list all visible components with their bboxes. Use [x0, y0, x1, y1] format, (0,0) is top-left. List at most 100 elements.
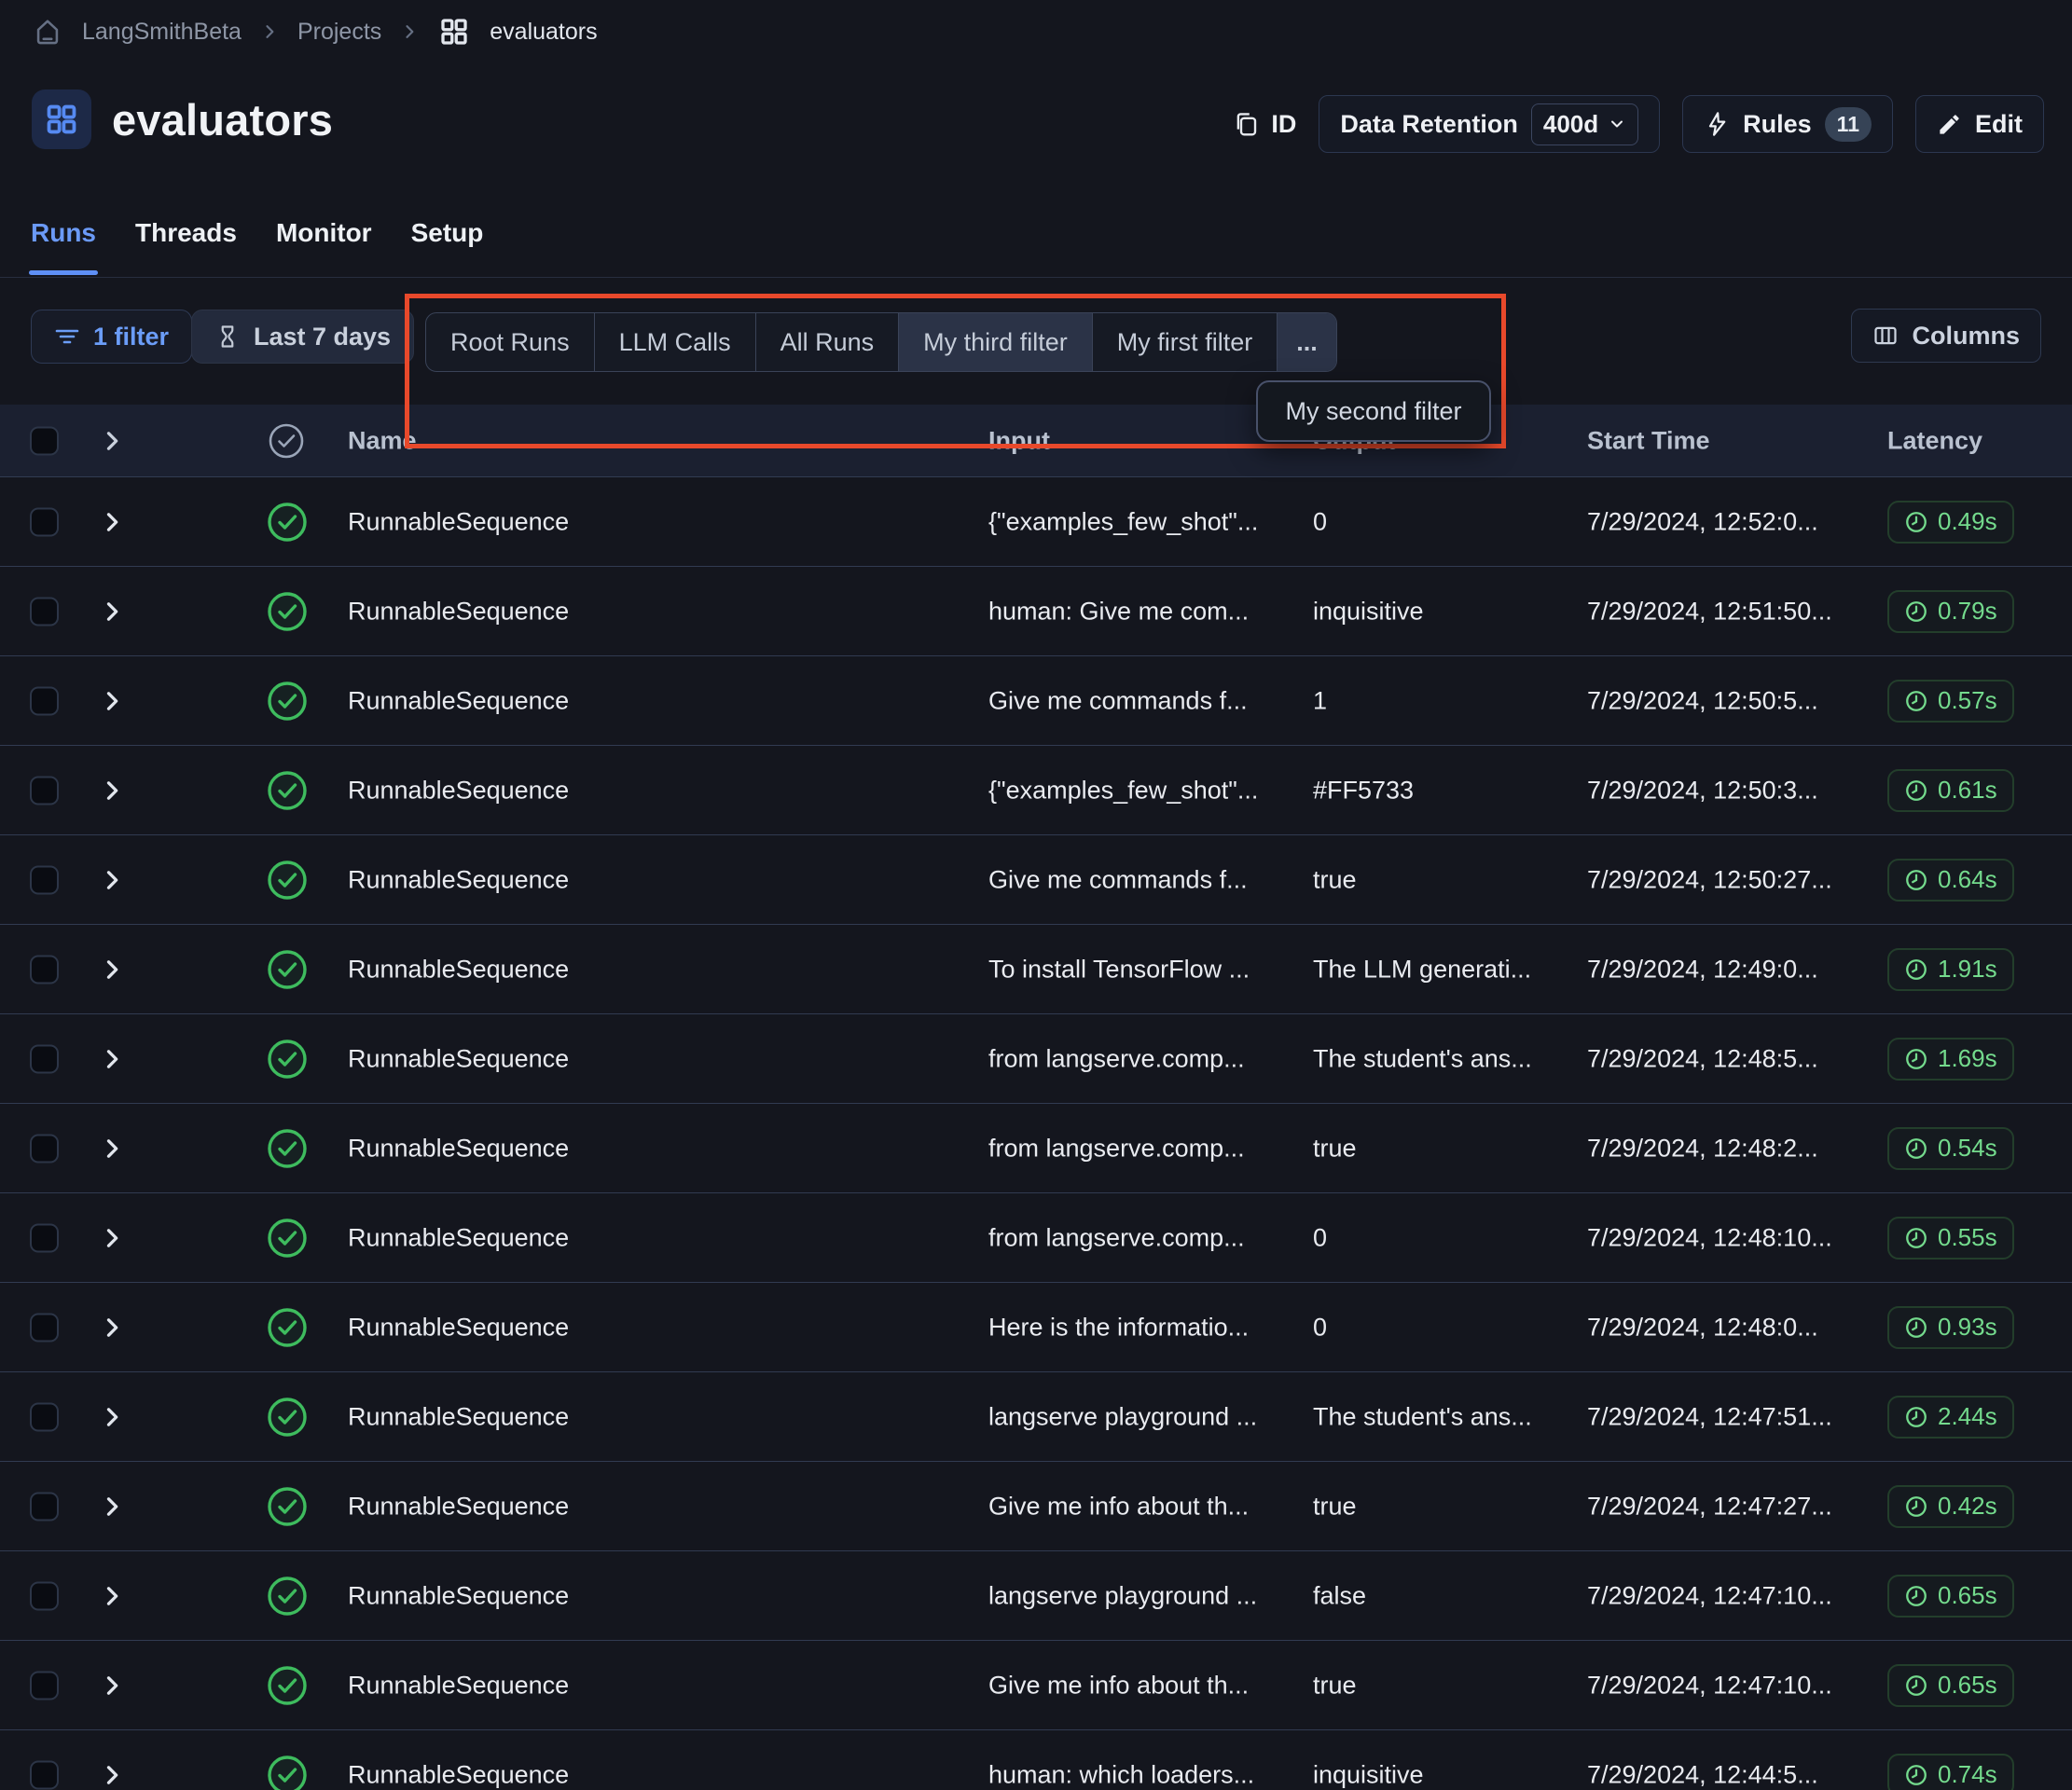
run-input: Give me info about th...	[988, 1492, 1296, 1521]
row-checkbox[interactable]	[30, 776, 59, 805]
breadcrumb-projects[interactable]: Projects	[297, 19, 381, 46]
expand-chevron-icon[interactable]	[99, 599, 125, 625]
tab[interactable]: Setup	[411, 213, 484, 248]
table-row[interactable]: RunnableSequence from langserve.comp... …	[0, 1193, 2072, 1283]
expand-chevron-icon[interactable]	[99, 1404, 125, 1430]
row-checkbox[interactable]	[30, 1671, 59, 1700]
run-start-time: 7/29/2024, 12:48:10...	[1587, 1223, 1878, 1252]
expand-chevron-icon[interactable]	[99, 1673, 125, 1699]
latency-badge: 0.65s	[1887, 1575, 2014, 1618]
success-status-icon	[266, 1664, 309, 1707]
column-header-input[interactable]: Input	[988, 426, 1296, 455]
latency-value: 0.79s	[1938, 597, 1997, 626]
tab[interactable]: Threads	[135, 213, 237, 248]
status-column-icon	[266, 420, 307, 461]
home-icon[interactable]	[32, 16, 63, 48]
table-row[interactable]: RunnableSequence To install TensorFlow .…	[0, 925, 2072, 1014]
run-start-time: 7/29/2024, 12:47:27...	[1587, 1492, 1878, 1521]
edit-button[interactable]: Edit	[1915, 95, 2044, 153]
success-status-icon	[266, 1396, 309, 1439]
tab[interactable]: Monitor	[276, 213, 372, 248]
row-checkbox[interactable]	[30, 1223, 59, 1252]
expand-chevron-icon[interactable]	[99, 1136, 125, 1162]
row-checkbox[interactable]	[30, 1402, 59, 1431]
run-name: RunnableSequence	[348, 1044, 963, 1073]
saved-filter-tab[interactable]: Root Runs	[426, 313, 595, 371]
run-output: inquisitive	[1313, 597, 1574, 626]
table-row[interactable]: RunnableSequence Give me commands f... t…	[0, 835, 2072, 925]
row-checkbox[interactable]	[30, 955, 59, 984]
latency-badge: 1.69s	[1887, 1038, 2014, 1081]
column-header-latency[interactable]: Latency	[1887, 426, 1982, 455]
table-row[interactable]: RunnableSequence langserve playground ..…	[0, 1551, 2072, 1641]
table-row[interactable]: RunnableSequence from langserve.comp... …	[0, 1014, 2072, 1104]
saved-filter-tab[interactable]: My first filter	[1093, 313, 1278, 371]
saved-filter-tab[interactable]: All Runs	[756, 313, 900, 371]
date-range-button[interactable]: Last 7 days	[191, 310, 414, 364]
data-retention-button[interactable]: Data Retention 400d	[1319, 95, 1660, 153]
success-status-icon	[266, 1754, 309, 1790]
rules-button[interactable]: Rules 11	[1682, 95, 1893, 153]
expand-chevron-icon[interactable]	[99, 1583, 125, 1609]
copy-icon	[1232, 110, 1260, 138]
table-row[interactable]: RunnableSequence {"examples_few_shot"...…	[0, 477, 2072, 567]
table-row[interactable]: RunnableSequence {"examples_few_shot"...…	[0, 746, 2072, 835]
latency-value: 0.55s	[1938, 1223, 1997, 1252]
row-checkbox[interactable]	[30, 1581, 59, 1610]
table-body: RunnableSequence {"examples_few_shot"...…	[0, 477, 2072, 1790]
latency-badge: 0.93s	[1887, 1306, 2014, 1349]
run-input: human: which loaders...	[988, 1760, 1296, 1789]
table-row[interactable]: RunnableSequence Give me commands f... 1…	[0, 656, 2072, 746]
filter-button-label: 1 filter	[93, 323, 169, 351]
row-checkbox[interactable]	[30, 1313, 59, 1342]
row-checkbox[interactable]	[30, 1134, 59, 1163]
table-row[interactable]: RunnableSequence langserve playground ..…	[0, 1372, 2072, 1462]
filter-dropdown-item[interactable]: My second filter	[1256, 380, 1491, 442]
run-start-time: 7/29/2024, 12:50:3...	[1587, 776, 1878, 805]
row-checkbox[interactable]	[30, 1760, 59, 1789]
data-retention-chip[interactable]: 400d	[1531, 103, 1638, 145]
run-start-time: 7/29/2024, 12:44:5...	[1587, 1760, 1878, 1789]
breadcrumb-root[interactable]: LangSmithBeta	[82, 19, 242, 46]
expand-chevron-icon[interactable]	[99, 1315, 125, 1341]
row-checkbox[interactable]	[30, 507, 59, 536]
latency-badge: 0.42s	[1887, 1485, 2014, 1528]
column-header-name[interactable]: Name	[348, 426, 963, 455]
table-row[interactable]: RunnableSequence Give me info about th..…	[0, 1641, 2072, 1730]
run-start-time: 7/29/2024, 12:47:51...	[1587, 1402, 1878, 1431]
filter-button[interactable]: 1 filter	[31, 310, 192, 364]
copy-id-button[interactable]: ID	[1232, 110, 1296, 139]
row-checkbox[interactable]	[30, 1044, 59, 1073]
tab[interactable]: Runs	[31, 213, 96, 248]
row-checkbox[interactable]	[30, 686, 59, 715]
more-filters-button[interactable]: ...	[1278, 313, 1336, 371]
table-row[interactable]: RunnableSequence human: Give me com... i…	[0, 567, 2072, 656]
expand-chevron-icon[interactable]	[99, 688, 125, 714]
expand-chevron-icon[interactable]	[99, 1225, 125, 1251]
expand-chevron-icon[interactable]	[99, 867, 125, 893]
latency-value: 0.42s	[1938, 1492, 1997, 1521]
expand-chevron-icon[interactable]	[99, 957, 125, 983]
row-checkbox[interactable]	[30, 865, 59, 894]
success-status-icon	[266, 1306, 309, 1349]
expand-chevron-icon[interactable]	[99, 778, 125, 804]
table-row[interactable]: RunnableSequence human: which loaders...…	[0, 1730, 2072, 1790]
table-row[interactable]: RunnableSequence Here is the informatio.…	[0, 1283, 2072, 1372]
expand-chevron-icon[interactable]	[99, 1046, 125, 1072]
saved-filter-tab[interactable]: LLM Calls	[595, 313, 756, 371]
columns-button[interactable]: Columns	[1851, 309, 2041, 363]
row-checkbox[interactable]	[30, 1492, 59, 1521]
expand-all-chevron-icon[interactable]	[99, 428, 125, 454]
saved-filter-tab[interactable]: My third filter	[899, 313, 1093, 371]
table-row[interactable]: RunnableSequence from langserve.comp... …	[0, 1104, 2072, 1193]
column-header-start-time[interactable]: Start Time	[1587, 426, 1878, 455]
rules-label: Rules	[1743, 110, 1812, 139]
run-start-time: 7/29/2024, 12:47:10...	[1587, 1581, 1878, 1610]
expand-chevron-icon[interactable]	[99, 1494, 125, 1520]
expand-chevron-icon[interactable]	[99, 1762, 125, 1788]
expand-chevron-icon[interactable]	[99, 509, 125, 535]
select-all-checkbox[interactable]	[30, 426, 59, 455]
run-input: {"examples_few_shot"...	[988, 507, 1296, 536]
table-row[interactable]: RunnableSequence Give me info about th..…	[0, 1462, 2072, 1551]
row-checkbox[interactable]	[30, 597, 59, 626]
